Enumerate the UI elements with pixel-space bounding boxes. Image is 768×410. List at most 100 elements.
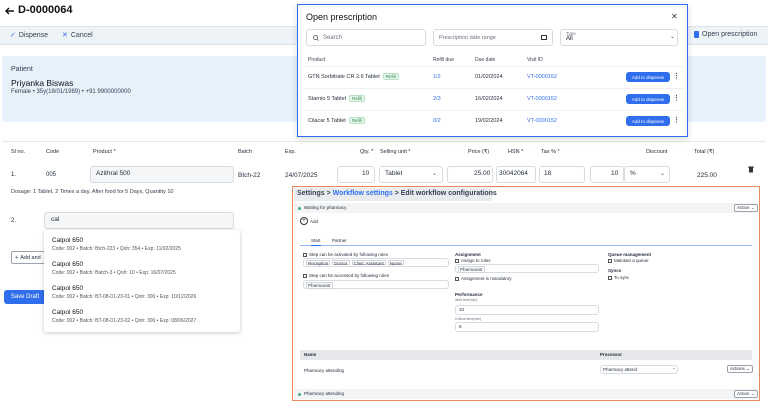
col-header-unit: Selling unit * bbox=[380, 149, 411, 155]
stage-status-dot bbox=[298, 207, 301, 210]
suggestion-name: Calpol 650 bbox=[52, 309, 84, 316]
role-chip: Pharmacist bbox=[306, 282, 333, 289]
more-options-icon[interactable]: ⋮ bbox=[673, 116, 680, 124]
more-options-icon[interactable]: ⋮ bbox=[673, 94, 680, 102]
stage1-label: Waiting for pharmacy bbox=[304, 205, 347, 210]
dispense-button[interactable]: ✓ Dispense bbox=[10, 31, 48, 40]
assign-roles-option: Assign to roles bbox=[455, 258, 491, 263]
type-select[interactable]: Type All bbox=[560, 29, 678, 46]
checkbox-checked[interactable] bbox=[303, 252, 307, 257]
processor-table-header bbox=[300, 350, 752, 360]
row1-total: 225.00 bbox=[697, 172, 717, 179]
add-to-dispense-button[interactable]: Add to dispense bbox=[626, 72, 670, 82]
modal-row-product: Starnio 5 Tablet Refill bbox=[308, 95, 366, 102]
search-icon bbox=[313, 34, 319, 41]
suggestion-name: Calpol 650 bbox=[52, 237, 84, 244]
chevron-down-icon: ⌄ bbox=[672, 365, 676, 370]
checkbox-checked[interactable] bbox=[608, 275, 612, 280]
modal-col-refill: Refill due bbox=[433, 57, 454, 63]
modal-row-product: Cilacar 5 Tablet Refill bbox=[308, 117, 365, 124]
date-range-input[interactable]: Prescription date range bbox=[433, 29, 553, 46]
suggestion-item[interactable]: Calpol 650 Code: 002 • Batch: BT-08-01-2… bbox=[52, 309, 238, 324]
chevron-down-icon: ⌄ bbox=[432, 171, 438, 177]
stage2-action-button[interactable]: Action ⌄ bbox=[734, 390, 758, 398]
critical-time-input[interactable]: 5 bbox=[455, 322, 599, 332]
role-chip: Nurse bbox=[387, 260, 404, 266]
discount-input-row1[interactable] bbox=[590, 166, 624, 183]
checkbox-checked[interactable] bbox=[303, 273, 307, 278]
row1-exp: 24/07/2025 bbox=[285, 172, 318, 179]
row1-batch: Btch-22 bbox=[238, 172, 261, 179]
refill-badge: Refill bbox=[349, 95, 366, 102]
row2-product-query: cal bbox=[51, 216, 60, 223]
close-icon: ✕ bbox=[62, 32, 68, 39]
patient-section-label: Patient bbox=[11, 66, 33, 73]
checkbox-checked[interactable] bbox=[608, 258, 612, 263]
add-step-button[interactable]: + Add bbox=[300, 217, 318, 225]
row1-discount: 10 bbox=[611, 170, 619, 177]
checkbox-checked[interactable] bbox=[455, 258, 459, 263]
suggestion-meta: Code: 002 • Batch: BT-08-01-23-02 • Qoh:… bbox=[52, 318, 197, 324]
close-icon: ✕ bbox=[671, 12, 678, 21]
search-placeholder: Search bbox=[323, 34, 343, 41]
search-input[interactable]: Search bbox=[306, 29, 426, 46]
wait-time-input[interactable]: 10 bbox=[455, 305, 599, 315]
assignment-title: Assignment bbox=[455, 252, 481, 257]
performance-title: Performance bbox=[455, 292, 483, 297]
check-icon: ✓ bbox=[10, 32, 16, 39]
save-draft-button[interactable]: Save Draft bbox=[4, 290, 46, 304]
accessed-roles-field[interactable]: Pharmacist bbox=[303, 280, 449, 289]
open-prescription-button[interactable]: Open prescription bbox=[694, 31, 757, 38]
modal-title: Open prescription bbox=[306, 12, 378, 22]
qty-input-row1[interactable] bbox=[337, 166, 375, 183]
checkbox-checked[interactable] bbox=[455, 276, 459, 281]
cancel-button[interactable]: ✕ Cancel bbox=[62, 31, 93, 40]
stage2-label: Pharmacy attending bbox=[304, 391, 345, 396]
workflow-panel bbox=[292, 186, 760, 401]
back-button[interactable] bbox=[4, 5, 16, 17]
add-to-dispense-button[interactable]: Add to dispense bbox=[626, 116, 670, 126]
activated-roles-field[interactable]: Reception Doctor Clinic Assistant Nurse bbox=[303, 258, 449, 267]
breadcrumb-workflow-link[interactable]: Workflow settings bbox=[333, 190, 393, 197]
modal-row-visit[interactable]: VT-0000152 bbox=[527, 118, 557, 124]
refill-badge: Refill bbox=[348, 117, 365, 124]
col-header-sl: Sl no. bbox=[11, 149, 26, 155]
modal-close-button[interactable]: ✕ bbox=[671, 12, 678, 21]
row2-sl: 2. bbox=[11, 218, 17, 224]
row1-discount-type: % bbox=[630, 170, 636, 177]
modal-row-visit[interactable]: VT-0000152 bbox=[527, 74, 557, 80]
chevron-down-icon: ⌄ bbox=[660, 171, 666, 177]
suggestion-item[interactable]: Calpol 650 Code: 002 • Batch: Batch-3 • … bbox=[52, 261, 238, 276]
modal-col-due: Due date bbox=[475, 57, 496, 63]
modal-row-product: GTN Sorbitrate CR 2.6 Tablet Refill bbox=[308, 73, 399, 80]
col-header-qty: Qty. * bbox=[360, 149, 374, 155]
processor-select[interactable]: Pharmacy attend bbox=[600, 365, 678, 374]
suggestion-item[interactable]: Calpol 650 Code: 002 • Batch: Btch-223 •… bbox=[52, 237, 238, 252]
modal-row-refill: 2/3 bbox=[433, 96, 441, 102]
modal-row-visit[interactable]: VT-0000152 bbox=[527, 96, 557, 102]
modal-row-due: 19/02/2024 bbox=[475, 118, 503, 124]
queue-option: Maintain a queue bbox=[608, 258, 649, 263]
processor-actions-button[interactable]: Actions ⌄ bbox=[727, 365, 753, 373]
processor-header: Processor bbox=[600, 352, 623, 357]
tab-partner[interactable]: Partner bbox=[332, 238, 347, 243]
assign-roles-field[interactable]: Pharmacist bbox=[455, 264, 599, 273]
add-to-dispense-button[interactable]: Add to dispense bbox=[626, 94, 670, 104]
sync-option: To sync bbox=[608, 275, 629, 280]
modal-col-visit: Visit ID bbox=[527, 57, 543, 63]
row1-unit: Tablet bbox=[385, 170, 403, 177]
name-header: Name bbox=[304, 352, 317, 357]
modal-col-product: Product bbox=[308, 57, 326, 63]
delete-icon[interactable] bbox=[748, 166, 754, 173]
col-header-product: Product * bbox=[93, 149, 116, 155]
role-chip: Pharmacist bbox=[458, 266, 485, 273]
type-value: All bbox=[566, 36, 573, 42]
more-options-icon[interactable]: ⋮ bbox=[673, 72, 680, 80]
col-header-batch: Batch bbox=[238, 149, 253, 155]
product-search-input-row2[interactable] bbox=[44, 212, 234, 229]
suggestion-item[interactable]: Calpol 650 Code: 002 • Batch: BT-08-01-2… bbox=[52, 285, 238, 300]
stage1-action-button[interactable]: Action ⌄ bbox=[734, 204, 758, 212]
modal-row-due: 16/02/2024 bbox=[475, 96, 503, 102]
col-header-hsn: HSN * bbox=[508, 149, 524, 155]
modal-row-due: 01/02/2024 bbox=[475, 74, 503, 80]
